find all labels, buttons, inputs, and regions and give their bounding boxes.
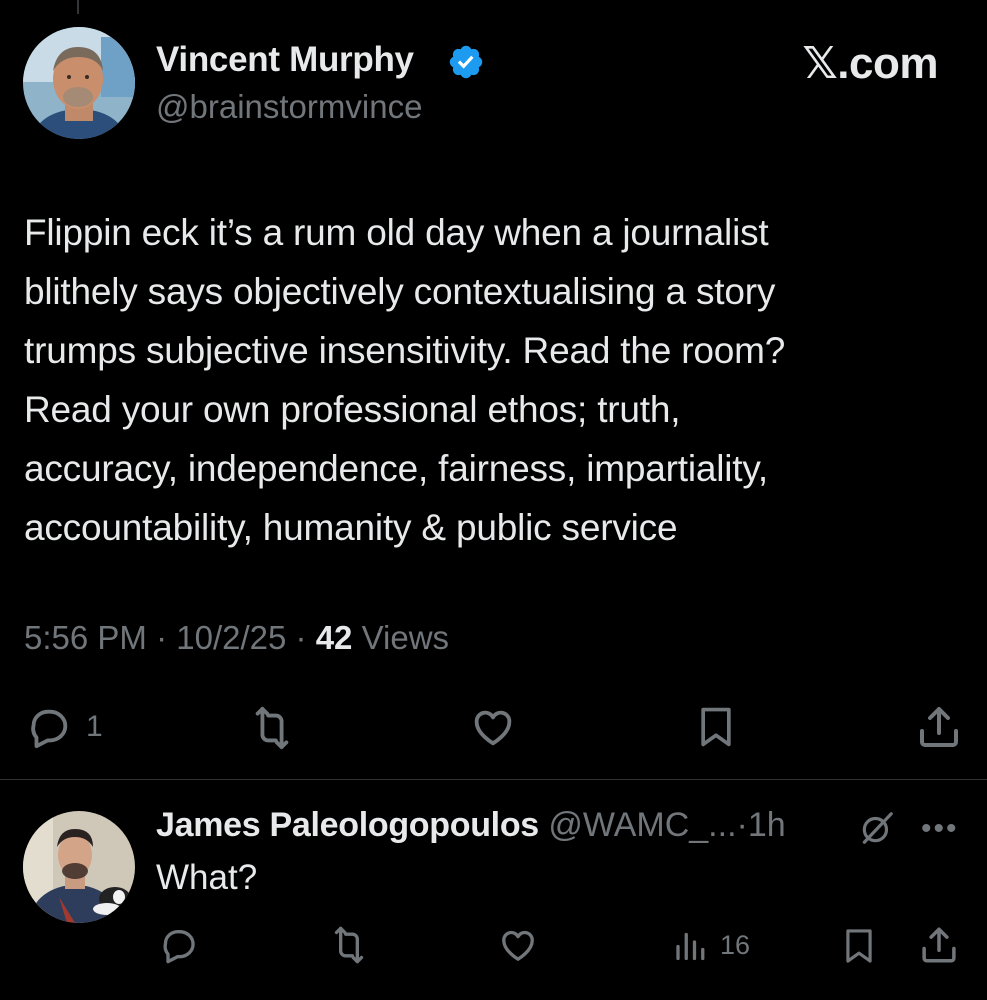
reply-separator: · bbox=[736, 806, 748, 844]
tweet-text: Flippin eck it’s a rum old day when a jo… bbox=[24, 212, 786, 548]
reply-bookmark-button[interactable] bbox=[840, 924, 878, 968]
meta-separator: · bbox=[156, 619, 168, 656]
share-icon bbox=[918, 924, 960, 966]
x-brand-watermark: 𝕏.com bbox=[802, 39, 938, 88]
reply-like-button[interactable] bbox=[496, 925, 540, 965]
reply-share-button[interactable] bbox=[918, 924, 960, 966]
reply-icon bbox=[157, 925, 199, 965]
tweet-meta: 5:56 PM · 10/2/25 · 42 Views bbox=[24, 619, 449, 657]
bookmark-button[interactable] bbox=[694, 702, 738, 752]
reply-button[interactable]: 1 bbox=[24, 704, 103, 750]
retweet-button[interactable] bbox=[245, 705, 299, 751]
tweet-divider bbox=[0, 779, 987, 780]
like-button[interactable] bbox=[468, 704, 518, 750]
meta-separator: · bbox=[295, 619, 307, 656]
reply-author-handle[interactable]: @WAMC_... bbox=[548, 806, 736, 844]
tweet-date[interactable]: 10/2/25 bbox=[176, 619, 286, 656]
reply-author-avatar[interactable] bbox=[23, 811, 135, 923]
more-icon[interactable]: ••• bbox=[921, 812, 959, 846]
retweet-icon bbox=[326, 925, 372, 965]
views-label: Views bbox=[361, 619, 450, 656]
like-icon bbox=[468, 704, 518, 750]
reply-time[interactable]: 1h bbox=[748, 806, 786, 844]
reply-reply-button[interactable] bbox=[157, 925, 199, 965]
reply-header: James Paleologopoulos @WAMC_...·1h bbox=[156, 806, 786, 845]
tweet-time[interactable]: 5:56 PM bbox=[24, 619, 147, 656]
thread-connector-line bbox=[77, 0, 79, 14]
author-display-name[interactable]: Vincent Murphy bbox=[156, 40, 414, 80]
reply-icon bbox=[24, 704, 72, 750]
reply-retweet-button[interactable] bbox=[326, 925, 372, 965]
reply-text: What? bbox=[156, 858, 258, 897]
retweet-icon bbox=[245, 705, 299, 751]
reply-views-count: 16 bbox=[720, 929, 751, 960]
like-icon bbox=[496, 925, 540, 965]
reply-author-name[interactable]: James Paleologopoulos bbox=[156, 806, 539, 844]
views-icon bbox=[672, 925, 708, 965]
bookmark-icon bbox=[694, 702, 738, 752]
reply-views-button[interactable]: 16 bbox=[672, 925, 750, 965]
grok-icon[interactable] bbox=[858, 809, 896, 852]
share-icon bbox=[915, 703, 963, 751]
reply-count: 1 bbox=[86, 710, 103, 743]
bookmark-icon bbox=[840, 924, 878, 968]
author-avatar[interactable] bbox=[23, 27, 135, 139]
views-count: 42 bbox=[315, 619, 353, 656]
author-handle[interactable]: @brainstormvince bbox=[156, 88, 422, 126]
verified-badge-icon bbox=[447, 43, 485, 81]
share-button[interactable] bbox=[915, 703, 963, 751]
